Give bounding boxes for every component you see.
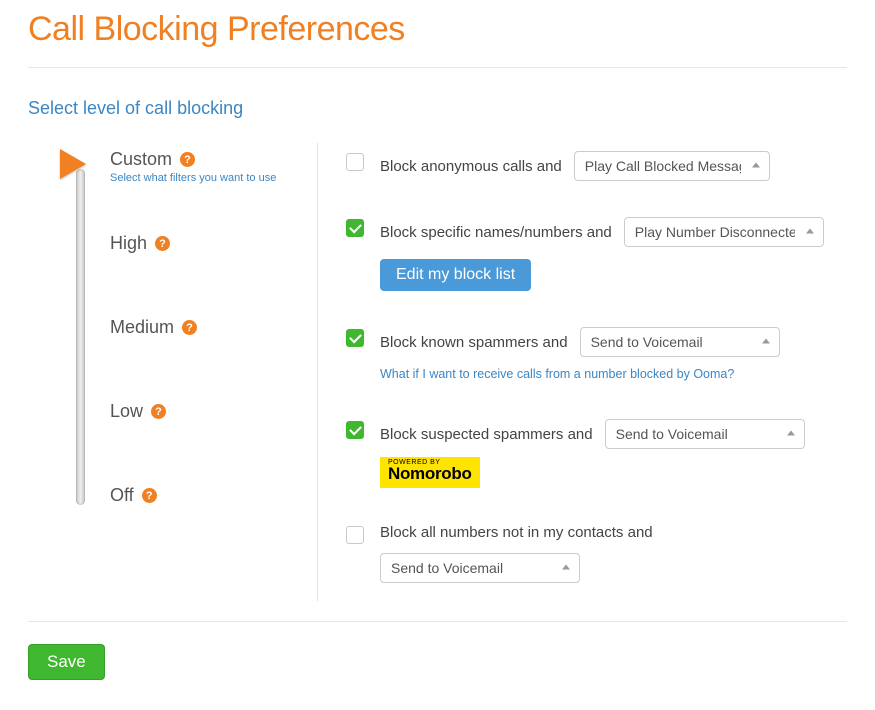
level-custom[interactable]: Custom ? Select what filters you want to… xyxy=(110,149,317,233)
level-label: Medium xyxy=(110,317,174,338)
help-icon[interactable]: ? xyxy=(182,320,197,335)
checkbox-not-in-contacts[interactable] xyxy=(346,526,364,544)
divider xyxy=(28,621,847,622)
filter-specific: Block specific names/numbers and Play Nu… xyxy=(346,217,847,291)
level-label: Off xyxy=(110,485,134,506)
divider xyxy=(28,67,847,68)
filters-column: Block anonymous calls and Play Call Bloc… xyxy=(318,143,847,601)
select-not-in-contacts-action[interactable]: Send to Voicemail xyxy=(380,553,580,583)
level-slider: Custom ? Select what filters you want to… xyxy=(28,143,318,601)
filter-label: Block known spammers and xyxy=(380,334,568,351)
filter-label: Block all numbers not in my contacts and xyxy=(380,524,653,541)
page-title: Call Blocking Preferences xyxy=(28,10,847,49)
checkbox-known-spammers[interactable] xyxy=(346,329,364,347)
filter-anonymous: Block anonymous calls and Play Call Bloc… xyxy=(346,151,847,181)
known-spammers-help-link[interactable]: What if I want to receive calls from a n… xyxy=(380,367,734,381)
slider-track[interactable] xyxy=(76,169,85,505)
select-anonymous-action[interactable]: Play Call Blocked Message xyxy=(574,151,770,181)
checkbox-suspected-spammers[interactable] xyxy=(346,421,364,439)
level-high[interactable]: High ? xyxy=(110,233,317,317)
slider-pointer-icon[interactable] xyxy=(60,149,86,179)
preferences-panel: Custom ? Select what filters you want to… xyxy=(28,143,847,601)
checkbox-anonymous[interactable] xyxy=(346,153,364,171)
filter-label: Block anonymous calls and xyxy=(380,158,562,175)
section-subtitle: Select level of call blocking xyxy=(28,98,847,119)
help-icon[interactable]: ? xyxy=(151,404,166,419)
edit-block-list-button[interactable]: Edit my block list xyxy=(380,259,531,291)
level-low[interactable]: Low ? xyxy=(110,401,317,485)
filter-label: Block specific names/numbers and xyxy=(380,224,612,241)
filter-suspected-spammers: Block suspected spammers and Send to Voi… xyxy=(346,419,847,488)
level-off[interactable]: Off ? xyxy=(110,485,317,506)
save-button[interactable]: Save xyxy=(28,644,105,680)
select-specific-action[interactable]: Play Number Disconnected xyxy=(624,217,824,247)
level-desc: Select what filters you want to use xyxy=(110,172,317,184)
level-medium[interactable]: Medium ? xyxy=(110,317,317,401)
level-label: High xyxy=(110,233,147,254)
filter-known-spammers: Block known spammers and Send to Voicema… xyxy=(346,327,847,383)
help-icon[interactable]: ? xyxy=(142,488,157,503)
badge-name: Nomorobo xyxy=(388,464,472,484)
filter-not-in-contacts: Block all numbers not in my contacts and… xyxy=(346,524,847,583)
help-icon[interactable]: ? xyxy=(180,152,195,167)
select-suspected-spammers-action[interactable]: Send to Voicemail xyxy=(605,419,805,449)
help-icon[interactable]: ? xyxy=(155,236,170,251)
level-label: Custom xyxy=(110,149,172,170)
filter-label: Block suspected spammers and xyxy=(380,426,593,443)
level-label: Low xyxy=(110,401,143,422)
nomorobo-badge: POWERED BY Nomorobo xyxy=(380,457,480,488)
select-known-spammers-action[interactable]: Send to Voicemail xyxy=(580,327,780,357)
checkbox-specific[interactable] xyxy=(346,219,364,237)
